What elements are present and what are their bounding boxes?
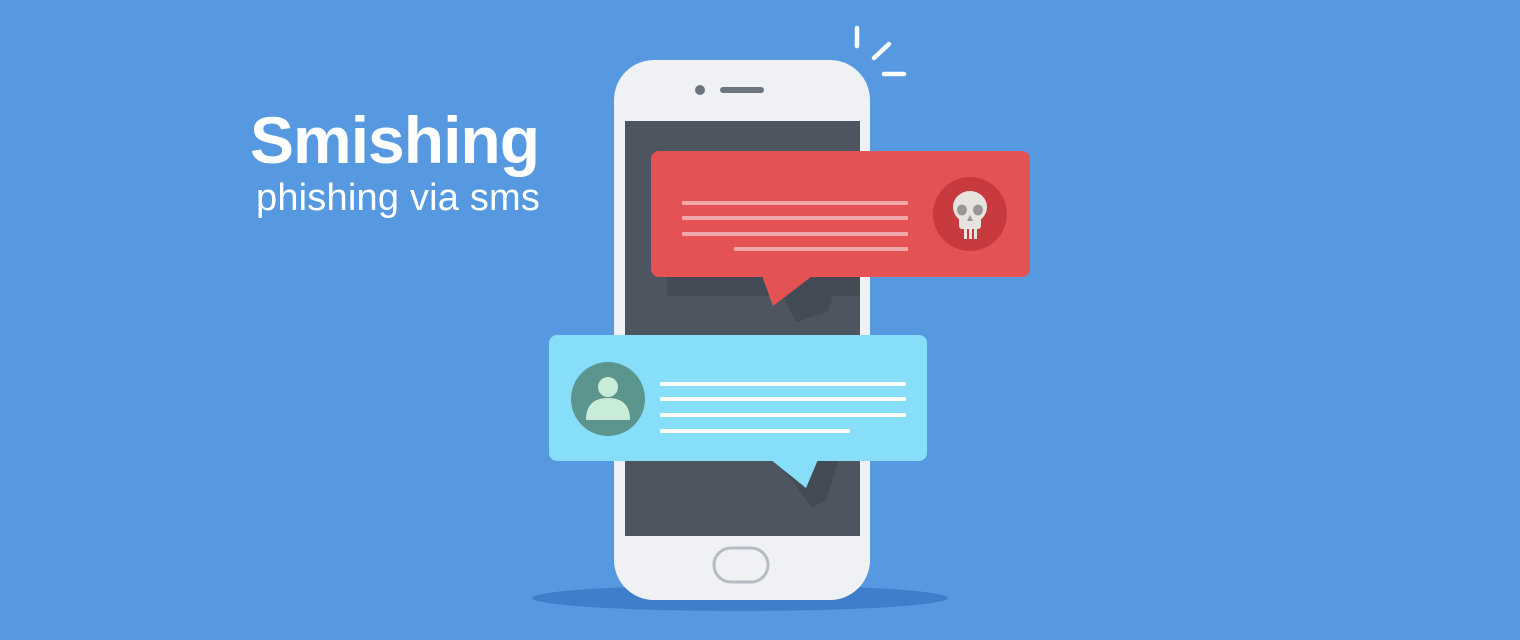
user-icon xyxy=(571,362,645,436)
phishing-illustration: Smishing phishing via sms xyxy=(0,0,1520,640)
page-subtitle: phishing via sms xyxy=(256,177,541,219)
phone-camera xyxy=(695,85,705,95)
phone-speaker xyxy=(720,87,764,93)
page-title: Smishing xyxy=(250,103,540,177)
headline-block: Smishing phishing via sms xyxy=(250,100,580,220)
phone xyxy=(614,60,870,600)
skull-icon xyxy=(933,177,1007,251)
home-button xyxy=(712,546,770,584)
illustration-canvas xyxy=(0,0,1520,640)
